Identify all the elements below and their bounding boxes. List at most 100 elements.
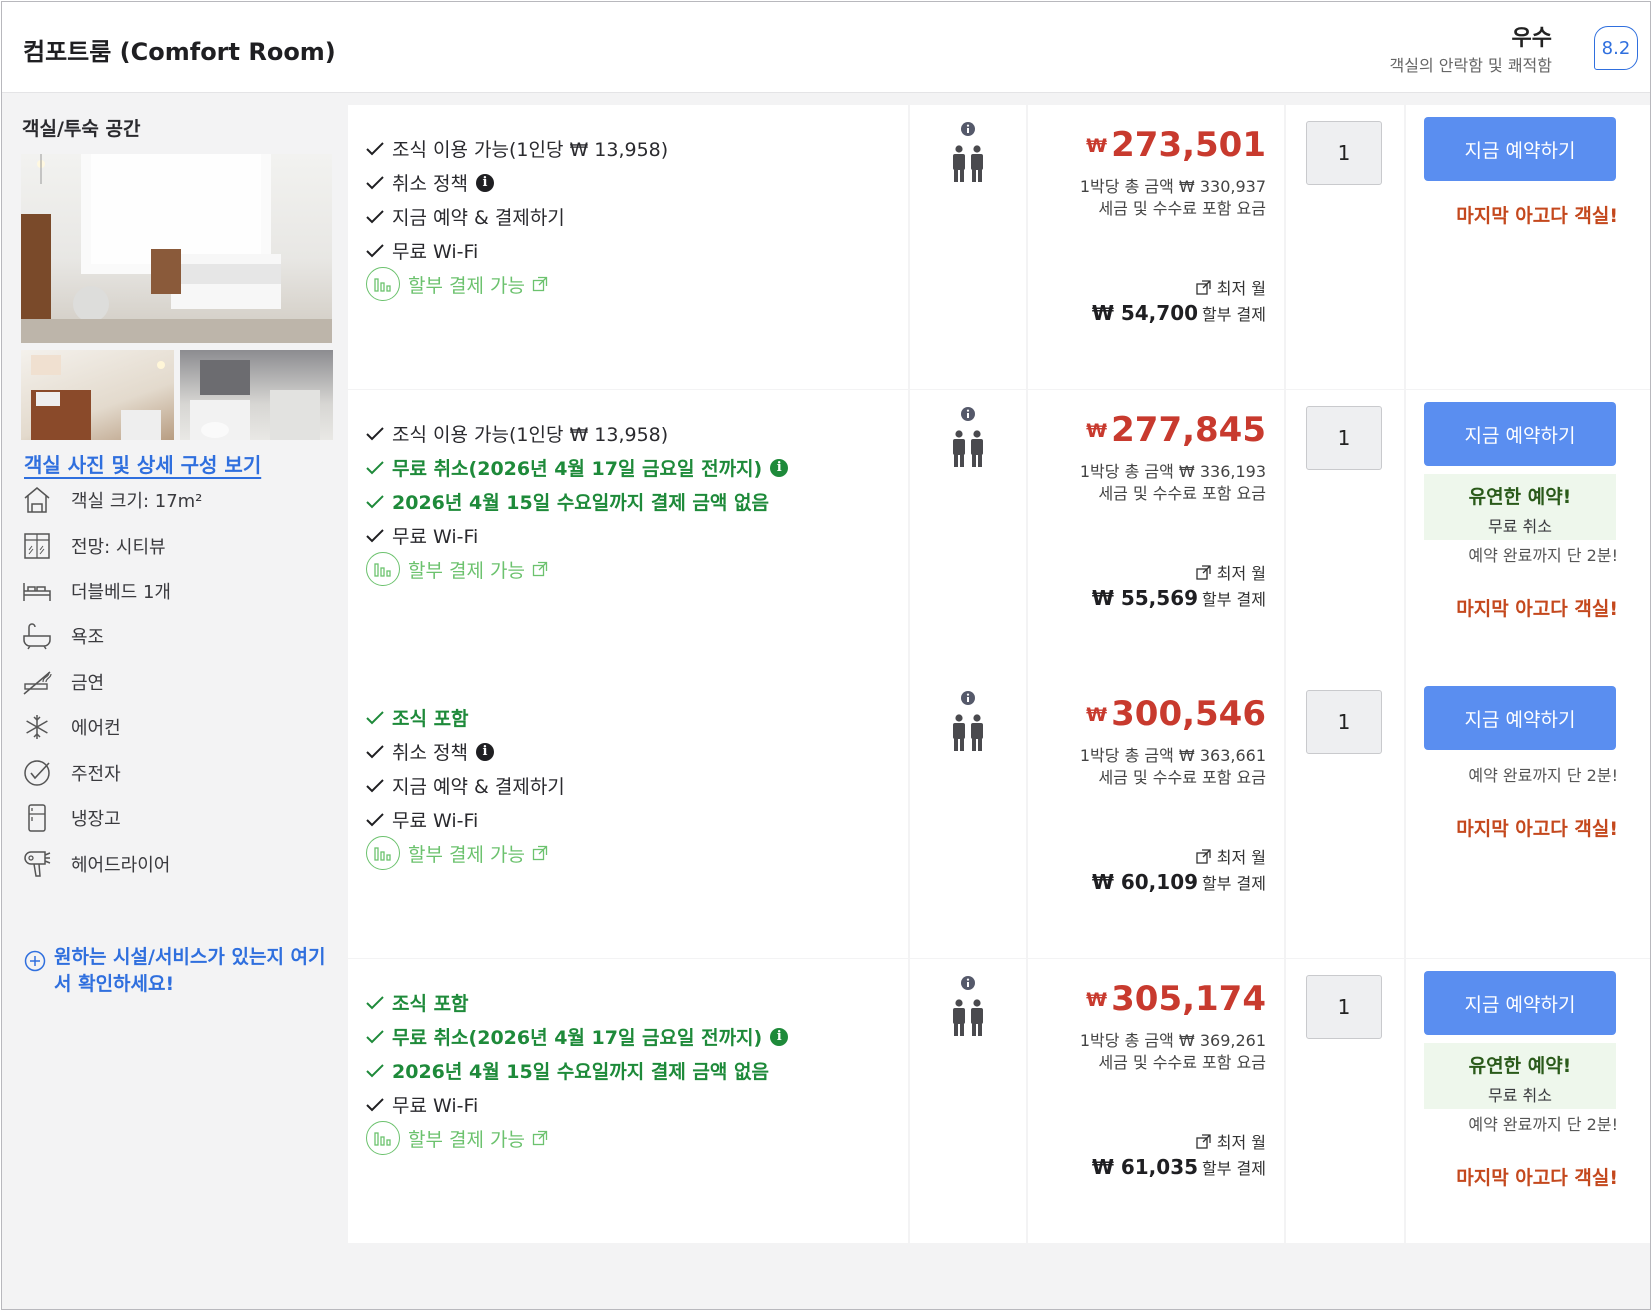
total-price: 1박당 총 금액 ₩ 336,193 (1080, 458, 1266, 482)
room-quantity-select[interactable]: 1 (1306, 975, 1382, 1039)
amenity-kettle: 주전자 (21, 755, 341, 791)
offer-feature: 취소 정책 i (366, 738, 494, 765)
two-guests-icon (953, 145, 983, 182)
monthly-suffix: 할부 결제 (1202, 305, 1266, 324)
occupancy-info-icon[interactable] (960, 406, 976, 422)
monthly-label[interactable]: 최저 월 (1196, 1129, 1266, 1153)
check-icon (366, 494, 384, 508)
monthly-installment: ₩ 55,569 할부 결제 (1092, 586, 1266, 610)
feature-text: 조식 포함 (392, 993, 469, 1015)
monthly-installment: ₩ 54,700 할부 결제 (1092, 301, 1266, 325)
offer-occupancy (910, 390, 1026, 674)
feature-text: 무료 Wi-Fi (392, 1095, 479, 1117)
offer-price: ₩305,174 1박당 총 금액 ₩ 369,261 세금 및 수수료 포함 요금… (1028, 959, 1284, 1243)
offer-feature: 무료 취소(2026년 4월 17일 금요일 전까지) i (366, 454, 789, 481)
last-room-text: 마지막 아고다 객실! (1456, 818, 1618, 840)
monthly-label[interactable]: 최저 월 (1196, 560, 1266, 584)
last-room-text: 마지막 아고다 객실! (1456, 598, 1618, 620)
installment-link[interactable]: 할부 결제 가능 (366, 267, 548, 301)
offer-feature: 무료 Wi-Fi (366, 806, 478, 833)
amenity-label: 욕조 (71, 627, 105, 648)
monthly-label[interactable]: 최저 월 (1196, 275, 1266, 299)
offer-quantity: 1 (1286, 390, 1404, 674)
external-link-icon (532, 1130, 548, 1146)
bathtub-icon (23, 623, 51, 650)
amenity-label: 객실 크기: 17m² (71, 491, 203, 512)
amenity-label: 더블베드 1개 (71, 582, 171, 603)
info-icon[interactable]: i (770, 458, 789, 477)
room-quantity-select[interactable]: 1 (1306, 406, 1382, 470)
occupancy-info-icon[interactable] (960, 975, 976, 991)
room-card: 컴포트룸 (Comfort Room) 우수 객실의 안락함 및 쾌적함 8.2… (1, 1, 1651, 1310)
feature-text: 무료 취소(2026년 4월 17일 금요일 전까지) (392, 458, 763, 480)
amenity-fridge: 냉장고 (21, 800, 341, 836)
flex-subtitle: 무료 취소 (1488, 517, 1552, 536)
amenity-label: 전망: 시티뷰 (71, 537, 166, 558)
installment-link[interactable]: 할부 결제 가능 (366, 1121, 548, 1155)
external-link-icon (1196, 564, 1211, 580)
amenity-label: 금연 (71, 673, 105, 694)
monthly-value: ₩ 55,569 (1091, 586, 1199, 610)
feature-text: 지금 예약 & 결제하기 (392, 776, 565, 798)
offer-features: 조식 포함무료 취소(2026년 4월 17일 금요일 전까지) i 2026년 4… (348, 959, 908, 1243)
offer-feature: 무료 Wi-Fi (366, 237, 478, 264)
offer-price: ₩277,845 1박당 총 금액 ₩ 336,193 세금 및 수수료 포함 요금… (1028, 390, 1284, 674)
book-now-button[interactable]: 지금 예약하기 (1424, 402, 1616, 466)
booking-countdown-text: 예약 완료까지 단 2분! (1468, 1115, 1618, 1134)
amenity-aircon: 에어컨 (21, 709, 341, 745)
currency-symbol: ₩ (1086, 989, 1108, 1011)
check-icon (366, 175, 384, 189)
installment-link[interactable]: 할부 결제 가능 (366, 552, 548, 586)
room-quantity-select[interactable]: 1 (1306, 121, 1382, 185)
offer-occupancy (910, 959, 1026, 1243)
kettle-icon (24, 760, 50, 786)
offer-feature: 무료 Wi-Fi (366, 1091, 478, 1118)
room-photo-bathroom[interactable] (180, 350, 333, 440)
occupancy-info-icon[interactable] (960, 690, 976, 706)
offer-feature: 조식 포함 (366, 989, 469, 1016)
offer-features: 조식 이용 가능(1인당 ₩ 13,958) 무료 취소(2026년 4월 17일… (348, 390, 908, 674)
two-guests-icon (953, 430, 983, 467)
book-now-button[interactable]: 지금 예약하기 (1424, 971, 1616, 1035)
amenity-view: 전망: 시티뷰 (21, 528, 341, 564)
total-prefix: 1박당 총 금액 ₩ (1079, 462, 1195, 481)
room-quantity-select[interactable]: 1 (1306, 690, 1382, 754)
price-value: 277,845 (1111, 410, 1266, 450)
two-guests-icon (953, 714, 983, 751)
external-link-icon (532, 561, 548, 577)
monthly-label[interactable]: 최저 월 (1196, 844, 1266, 868)
feature-text: 2026년 4월 15일 수요일까지 결제 금액 없음 (392, 1061, 769, 1083)
monthly-value: ₩ 61,035 (1091, 1155, 1199, 1179)
flex-title: 유연한 예약! (1468, 486, 1572, 508)
offer-feature: 지금 예약 & 결제하기 (366, 203, 565, 230)
offer-quantity: 1 (1286, 105, 1404, 389)
tax-note: 세금 및 수수료 포함 요금 (1098, 484, 1266, 503)
external-link-icon (1196, 279, 1211, 295)
check-icon (366, 1029, 384, 1043)
room-photo-main[interactable] (21, 154, 332, 343)
external-link-icon (1196, 1133, 1211, 1149)
plus-circle-icon (24, 950, 46, 972)
check-icon (366, 778, 384, 792)
occupancy-info-icon[interactable] (960, 121, 976, 137)
offer-row: 조식 이용 가능(1인당 ₩ 13,958) 취소 정책 i 지금 예약 & 결제하기… (348, 105, 1650, 389)
feature-text: 조식 포함 (392, 708, 469, 730)
book-now-button[interactable]: 지금 예약하기 (1424, 686, 1616, 750)
see-room-photos-link[interactable]: 객실 사진 및 상세 구성 보기 (24, 449, 261, 478)
book-now-button[interactable]: 지금 예약하기 (1424, 117, 1616, 181)
room-photo-kitchenette[interactable] (21, 350, 174, 440)
installment-link[interactable]: 할부 결제 가능 (366, 836, 548, 870)
offer-feature: 무료 취소(2026년 4월 17일 금요일 전까지) i (366, 1023, 789, 1050)
info-icon[interactable]: i (475, 742, 494, 761)
tax-note: 세금 및 수수료 포함 요금 (1098, 199, 1266, 218)
price-per-night: ₩277,845 (1086, 410, 1266, 450)
price-value: 273,501 (1111, 125, 1266, 165)
info-icon[interactable]: i (770, 1027, 789, 1046)
ask-facilities-link[interactable]: 원하는 시설/서비스가 있는지 여기서 확인하세요! (24, 944, 334, 998)
offer-features: 조식 포함취소 정책 i 지금 예약 & 결제하기무료 Wi-Fi 할부 결제 가능 (348, 674, 908, 958)
external-link-icon (532, 845, 548, 861)
info-icon[interactable]: i (475, 173, 494, 192)
total-value: 336,193 (1199, 462, 1266, 481)
total-price: 1박당 총 금액 ₩ 363,661 (1080, 742, 1266, 766)
amenity-bathtub: 욕조 (21, 618, 341, 654)
